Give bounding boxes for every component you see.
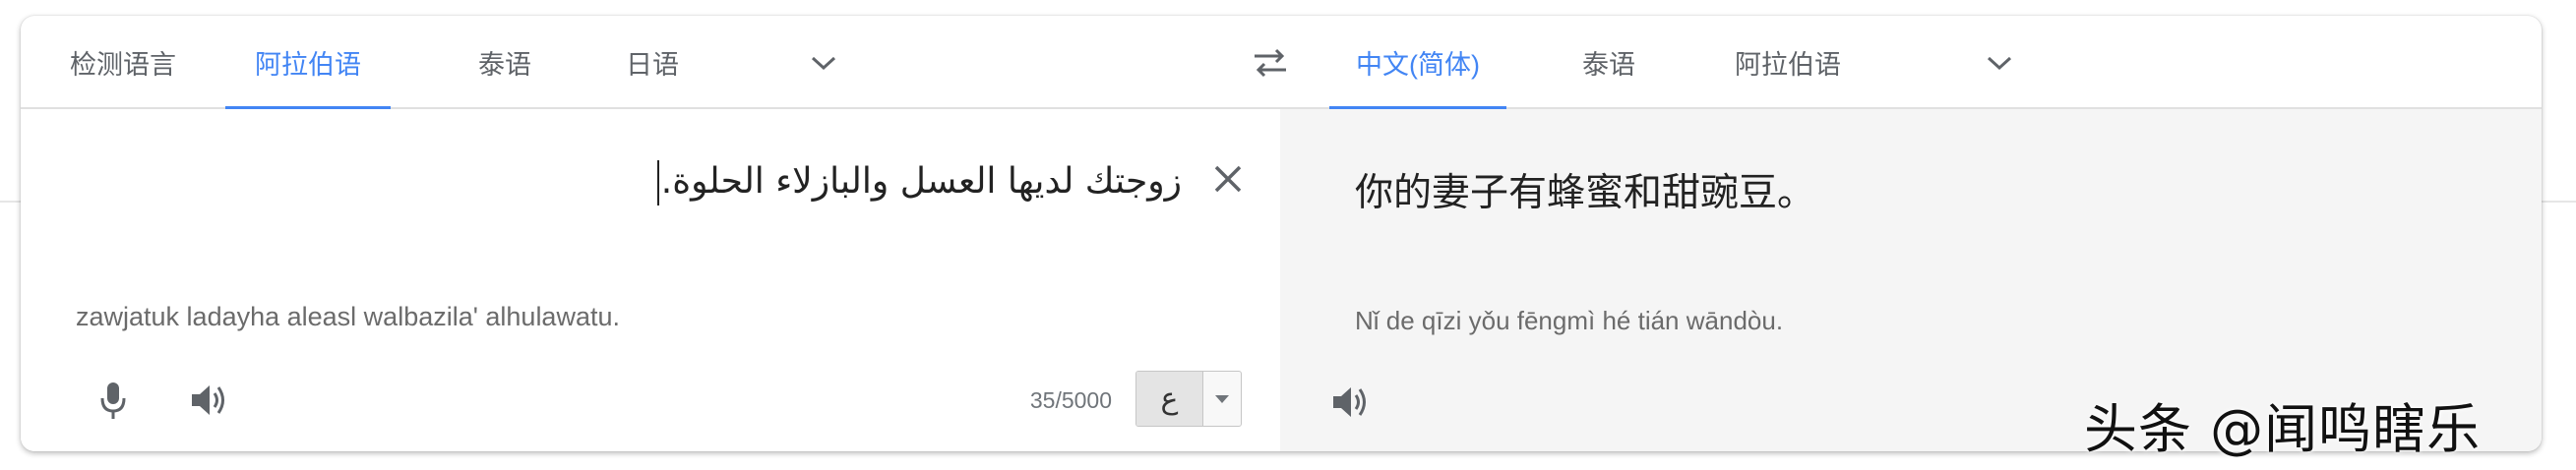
language-bar: 检测语言 阿拉伯语 泰语 日语 中文(简体) 泰语 阿拉伯语: [21, 16, 2542, 111]
tab-label: 中文(简体): [1356, 50, 1480, 80]
swap-languages-button[interactable]: [1241, 16, 1300, 109]
dropdown-arrow-icon: [1215, 394, 1229, 403]
input-tools-dropdown[interactable]: [1203, 372, 1241, 426]
chevron-down-icon: [811, 56, 836, 70]
target-listen-button[interactable]: [1323, 375, 1379, 430]
tab-label: 泰语: [1582, 50, 1635, 80]
tab-label: 阿拉伯语: [255, 50, 361, 80]
tab-label: 阿拉伯语: [1735, 50, 1841, 80]
tab-source-thai[interactable]: 泰语: [469, 16, 540, 109]
tab-label: 日语: [626, 50, 679, 80]
tab-source-japanese[interactable]: 日语: [617, 16, 688, 109]
source-text: زوجتك لديها العسل والبازلاء الحلوة.: [660, 161, 1182, 202]
target-pinyin: Nǐ de qīzi yǒu fēngmì hé tián wāndòu.: [1355, 306, 1784, 335]
tab-target-thai[interactable]: 泰语: [1573, 16, 1644, 109]
tab-label: 泰语: [478, 50, 531, 80]
source-more-languages-button[interactable]: [794, 16, 853, 109]
speaker-icon: [192, 385, 224, 415]
watermark: 头条 @闻鸣瞎乐: [2084, 398, 2482, 460]
source-text-input[interactable]: زوجتك لديها العسل والبازلاء الحلوة.: [656, 160, 1182, 206]
clear-button[interactable]: [1203, 154, 1253, 204]
tab-detect-language[interactable]: 检测语言: [56, 16, 190, 109]
speaker-icon: [1333, 387, 1366, 417]
microphone-icon: [100, 382, 126, 419]
tab-target-arabic[interactable]: 阿拉伯语: [1721, 16, 1855, 109]
source-transliteration: zawjatuk ladayha aleasl walbazila' alhul…: [76, 302, 620, 331]
translated-text: 你的妻子有蜂蜜和甜豌豆。: [1355, 171, 1816, 215]
tab-source-arabic[interactable]: 阿拉伯语: [225, 16, 391, 111]
chevron-down-icon: [1987, 56, 2012, 70]
input-tools: ع: [1135, 371, 1242, 427]
swap-icon: [1255, 48, 1286, 77]
tab-label: 检测语言: [70, 50, 176, 80]
text-caret: [656, 160, 659, 206]
target-more-languages-button[interactable]: [1970, 16, 2029, 109]
input-tool-button[interactable]: ع: [1136, 372, 1203, 426]
source-panel: زوجتك لديها العسل والبازلاء الحلوة. zawj…: [21, 109, 1280, 451]
close-icon: [1214, 165, 1242, 193]
source-listen-button[interactable]: [182, 373, 237, 428]
character-count: 35/5000: [1029, 387, 1112, 413]
voice-input-button[interactable]: [86, 373, 141, 428]
tab-target-chinese-simplified[interactable]: 中文(简体): [1329, 16, 1506, 111]
